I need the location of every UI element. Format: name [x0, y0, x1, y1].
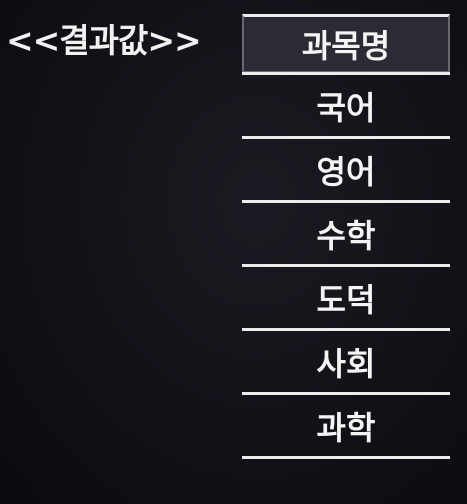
table-row: 사회	[242, 328, 450, 392]
table-row: 과학	[242, 392, 450, 459]
subject-table: 과목명 국어 영어 수학 도덕 사회 과학	[242, 14, 450, 459]
table-header-subject: 과목명	[242, 14, 450, 72]
table-row: 영어	[242, 136, 450, 200]
table-row: 도덕	[242, 264, 450, 328]
table-row: 국어	[242, 72, 450, 136]
result-title: <<결과값>>	[6, 21, 202, 60]
table-row: 수학	[242, 200, 450, 264]
